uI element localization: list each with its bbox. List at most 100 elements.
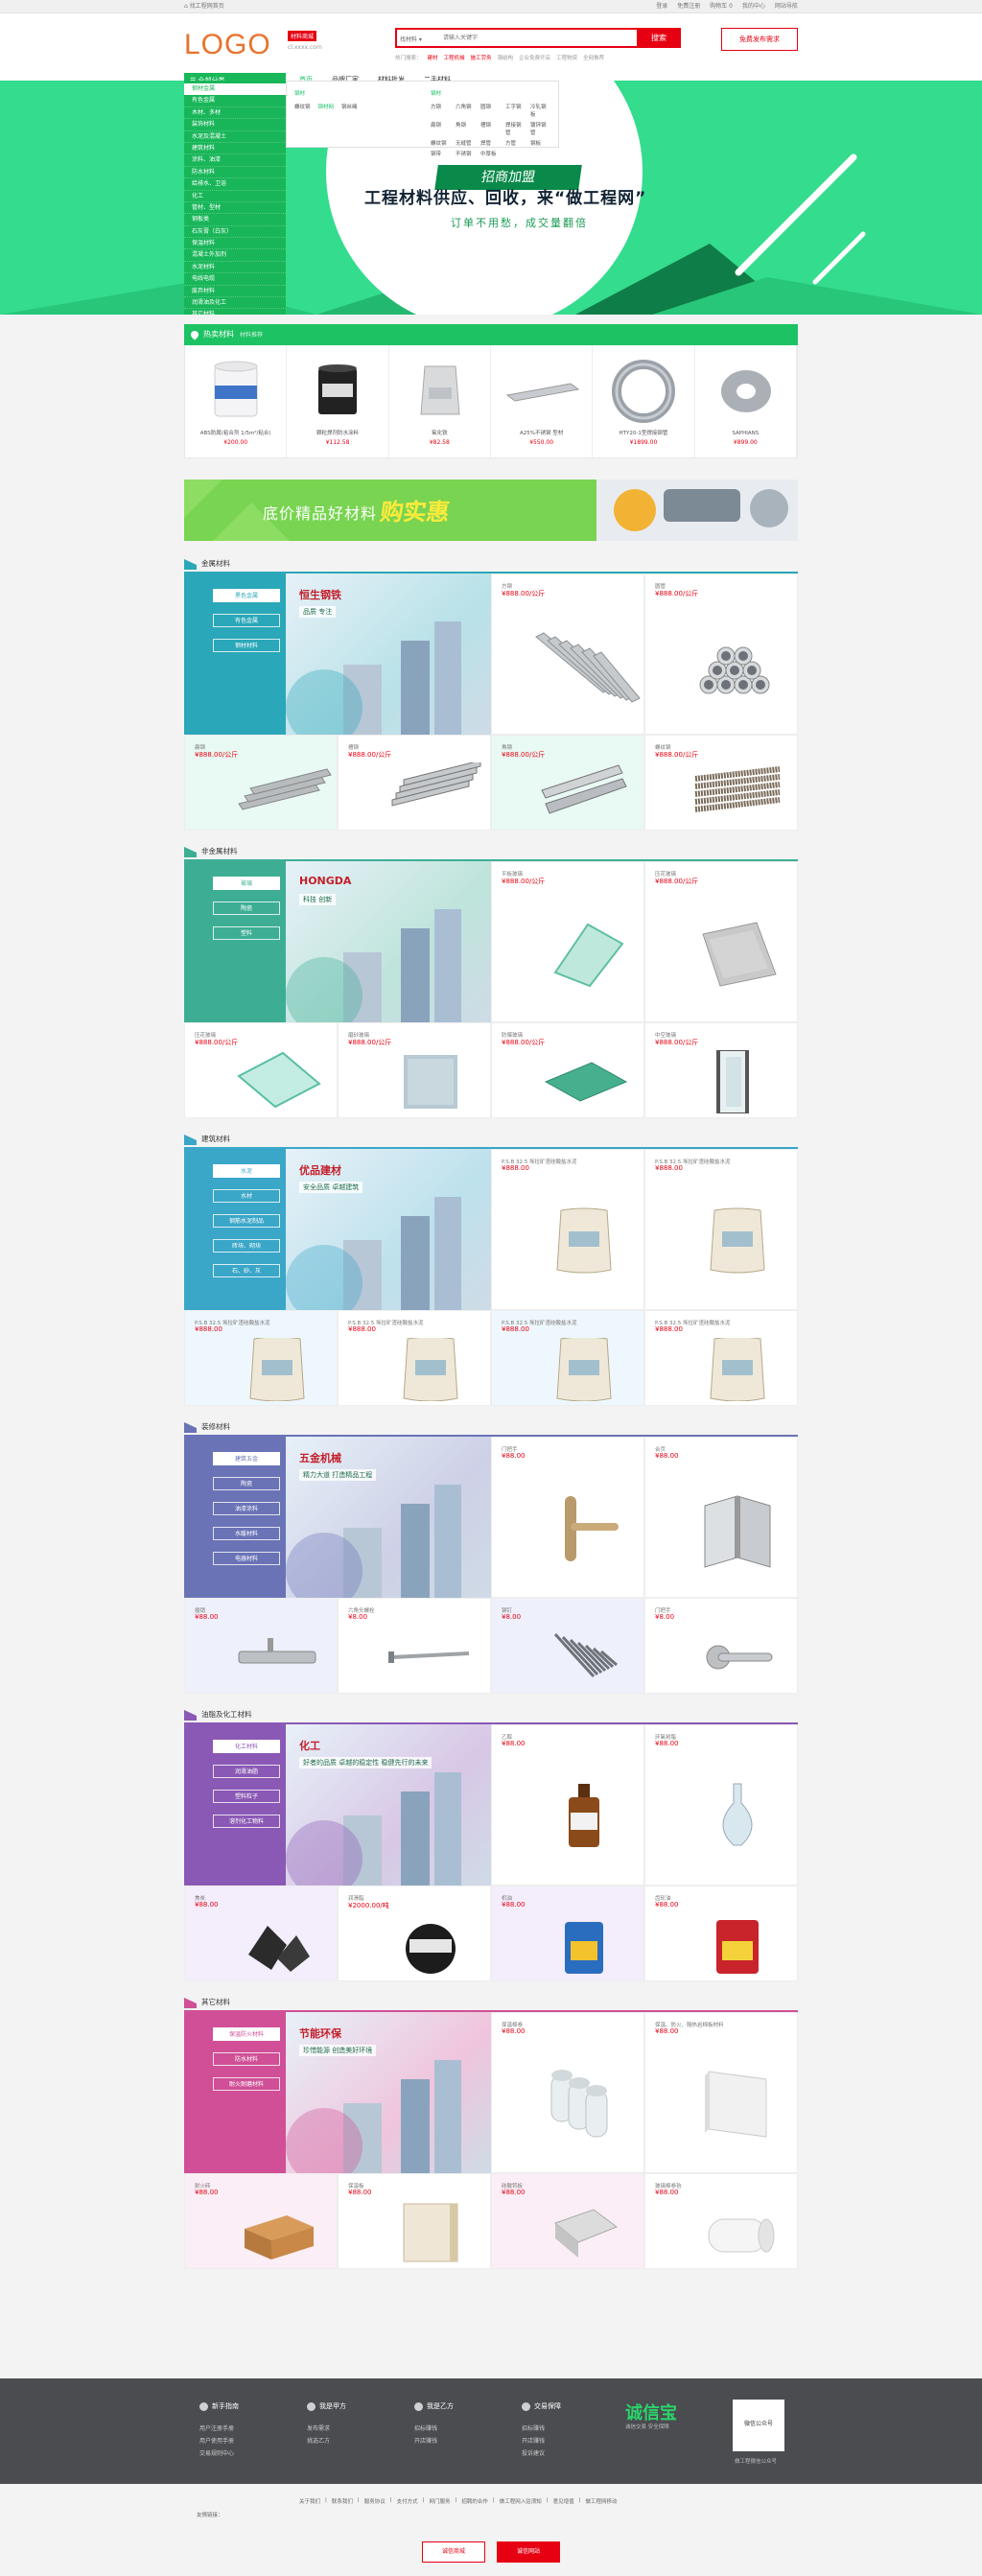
sidebar-item[interactable]: 水泥及混凝土	[184, 131, 286, 143]
floor-tag[interactable]: 耐火耐磨材料	[213, 2077, 280, 2091]
floor-tag[interactable]: 钢材材料	[213, 639, 280, 652]
product-card[interactable]: 中空玻璃 ¥888.00/公斤	[644, 1022, 798, 1118]
sidebar-item[interactable]: 给排水、卫浴	[184, 178, 286, 191]
sidebar-item[interactable]: 水泥材料	[184, 262, 286, 274]
top-link[interactable]: 登录	[656, 0, 667, 13]
bottom-link[interactable]: 做工程网移动	[586, 2497, 618, 2505]
floor-tag[interactable]: 建筑五金	[213, 1452, 280, 1465]
hot-link[interactable]: 工程物资	[556, 54, 577, 61]
floor-tag[interactable]: 电器材料	[213, 1552, 280, 1565]
hero-banner[interactable]: 招商加盟 工程材料供应、回收，来“做工程网” 订单不用愁，成交量翻倍 钢材金属有…	[0, 81, 982, 315]
floor-promo-banner[interactable]: 五金机械 精力大道 打造精品工程	[286, 1437, 491, 1598]
sidebar-item[interactable]: 废弃材料	[184, 286, 286, 298]
hot-product[interactable]: SAPHIANS ¥899.00	[695, 345, 797, 457]
sidebar-item[interactable]: 涂料、油漆	[184, 154, 286, 167]
product-card[interactable]: P.S.B 32.5 埃拉矿渣硅酸盐水泥 ¥888.00	[338, 1310, 491, 1406]
hot-link[interactable]: 建材	[428, 54, 438, 61]
submenu-link[interactable]: 焊管	[480, 139, 500, 147]
home-link[interactable]: ⌂ 找工程网首页	[184, 0, 224, 13]
product-card[interactable]: 六角头螺栓 ¥8.00	[338, 1598, 491, 1694]
product-card[interactable]: 齿轮油 ¥88.00	[644, 1885, 798, 1981]
floor-tag[interactable]: 陶瓷	[213, 902, 280, 915]
hot-product[interactable]: A25%不锈钢 型材 ¥550.00	[491, 345, 594, 457]
search-button[interactable]: 搜索	[637, 28, 681, 48]
submenu-link[interactable]: 扁钢	[431, 121, 450, 136]
hot-product[interactable]: HTY20-1型焊接钢管 ¥1899.00	[593, 345, 695, 457]
submenu-link[interactable]: 工字钢	[505, 103, 525, 118]
product-card[interactable]: P.S.B 32.5 埃拉矿渣硅酸盐水泥 ¥888.00	[491, 1310, 644, 1406]
product-card[interactable]: 圆管 ¥888.00/公斤	[644, 574, 798, 735]
submenu-link[interactable]: 钢材网	[318, 103, 335, 110]
floor-tag[interactable]: 保温防火材料	[213, 2027, 280, 2041]
submenu-link[interactable]: 不锈钢	[456, 150, 475, 157]
footer-link[interactable]: 招标赚钱	[522, 2423, 561, 2435]
sidebar-item[interactable]: 木材、多材	[184, 107, 286, 120]
bottom-link[interactable]: 服务协议	[364, 2497, 386, 2505]
product-card[interactable]: 螺纹钢 ¥888.00/公斤	[644, 735, 798, 831]
submenu-link[interactable]: 无缝管	[456, 139, 475, 147]
sidebar-item[interactable]: 电线电缆	[184, 273, 286, 286]
site-logo[interactable]: LOGO	[184, 29, 271, 61]
floor-promo-banner[interactable]: 优品建材 安全品质 卓越建筑	[286, 1149, 491, 1310]
product-card[interactable]: 乙醇 ¥88.00	[491, 1724, 644, 1885]
submenu-link[interactable]: 方管	[505, 139, 525, 147]
submenu-link[interactable]: 槽钢	[480, 121, 500, 136]
trust-badge[interactable]: 诚信商城	[422, 2541, 485, 2563]
floor-tag[interactable]: 钢筋水泥制品	[213, 1214, 280, 1228]
bottom-link[interactable]: 联系我们	[332, 2497, 353, 2505]
product-card[interactable]: 润滑脂 ¥2000.00/吨	[338, 1885, 491, 1981]
ad-banner[interactable]: 底价精品好材料 购实惠	[184, 480, 798, 541]
sidebar-item[interactable]: 防水材料	[184, 167, 286, 179]
submenu-link[interactable]: 螺纹钢	[294, 103, 311, 110]
floor-tag[interactable]: 水材	[213, 1189, 280, 1203]
product-card[interactable]: P.S.B 32.5 埃拉矿渣硅酸盐水泥 ¥888.00	[184, 1310, 338, 1406]
product-card[interactable]: 压花玻璃 ¥888.00/公斤	[644, 861, 798, 1022]
product-card[interactable]: 门把手 ¥8.00	[644, 1598, 798, 1694]
submenu-link[interactable]: 中厚板	[480, 150, 500, 157]
floor-promo-banner[interactable]: HONGDA 科技 创新	[286, 861, 491, 1022]
floor-tag[interactable]: 塑料	[213, 926, 280, 940]
sidebar-item[interactable]: 建筑材料	[184, 143, 286, 155]
product-card[interactable]: 扁钢 ¥888.00/公斤	[184, 735, 338, 831]
sidebar-item[interactable]: 有色金属	[184, 95, 286, 107]
submenu-link[interactable]: 螺纹钢	[431, 139, 450, 147]
hot-link[interactable]: 工程机械	[444, 54, 465, 61]
product-card[interactable]: 防爆玻璃 ¥888.00/公斤	[491, 1022, 644, 1118]
sidebar-item[interactable]: 管材、型材	[184, 202, 286, 215]
floor-promo-banner[interactable]: 恒生钢铁 品质 专注	[286, 574, 491, 735]
product-card[interactable]: 保温、防火、隔热岩棉板材料 ¥88.00	[644, 2012, 798, 2173]
sidebar-item[interactable]: 润滑油及化工	[184, 297, 286, 310]
bottom-link[interactable]: 网门服务	[430, 2497, 451, 2505]
bottom-link[interactable]: 招聘的合作	[461, 2497, 488, 2505]
product-card[interactable]: 磨砂玻璃 ¥888.00/公斤	[338, 1022, 491, 1118]
submenu-link[interactable]: 镀锌钢管	[530, 121, 549, 136]
bottom-link[interactable]: 支付方式	[397, 2497, 418, 2505]
product-card[interactable]: 门把手 ¥88.00	[491, 1437, 644, 1598]
floor-tag[interactable]: 黑色金属	[213, 589, 280, 602]
footer-link[interactable]: 投诉建议	[522, 2447, 561, 2460]
top-link[interactable]: 我的中心	[742, 0, 765, 13]
hot-link[interactable]: 钢结构	[498, 54, 514, 61]
product-card[interactable]: P.S.B 32.5 埃拉矿渣硅酸盐水泥 ¥888.00	[644, 1149, 798, 1310]
top-link[interactable]: 购物车 0	[710, 0, 733, 13]
floor-tag[interactable]: 塑料粒子	[213, 1790, 280, 1803]
submenu-link[interactable]: 圆钢	[480, 103, 500, 118]
search-input[interactable]	[443, 31, 616, 45]
sidebar-item[interactable]: 钢材金属	[184, 83, 286, 96]
product-card[interactable]: 耐火砖 ¥88.00	[184, 2173, 338, 2269]
sidebar-item[interactable]: 其它材料	[184, 309, 286, 315]
product-card[interactable]: 合页 ¥88.00	[644, 1437, 798, 1598]
bottom-link[interactable]: 意见增值	[553, 2497, 574, 2505]
floor-tag[interactable]: 溶剂化工物料	[213, 1815, 280, 1828]
floor-tag[interactable]: 玻璃	[213, 877, 280, 890]
hot-link[interactable]: 全网推荐	[583, 54, 604, 61]
sidebar-item[interactable]: 化工	[184, 191, 286, 202]
product-card[interactable]: 槽钢 ¥888.00/公斤	[338, 735, 491, 831]
floor-tag[interactable]: 有色金属	[213, 614, 280, 627]
product-card[interactable]: 保温板 ¥88.00	[338, 2173, 491, 2269]
footer-link[interactable]: 交易规则中心	[199, 2447, 239, 2460]
search-type-select[interactable]: 找材料 ▾	[400, 35, 422, 43]
product-card[interactable]: 方钢 ¥888.00/公斤	[491, 574, 644, 735]
product-card[interactable]: 插销 ¥88.00	[184, 1598, 338, 1694]
submenu-link[interactable]: 钢带	[431, 150, 450, 157]
